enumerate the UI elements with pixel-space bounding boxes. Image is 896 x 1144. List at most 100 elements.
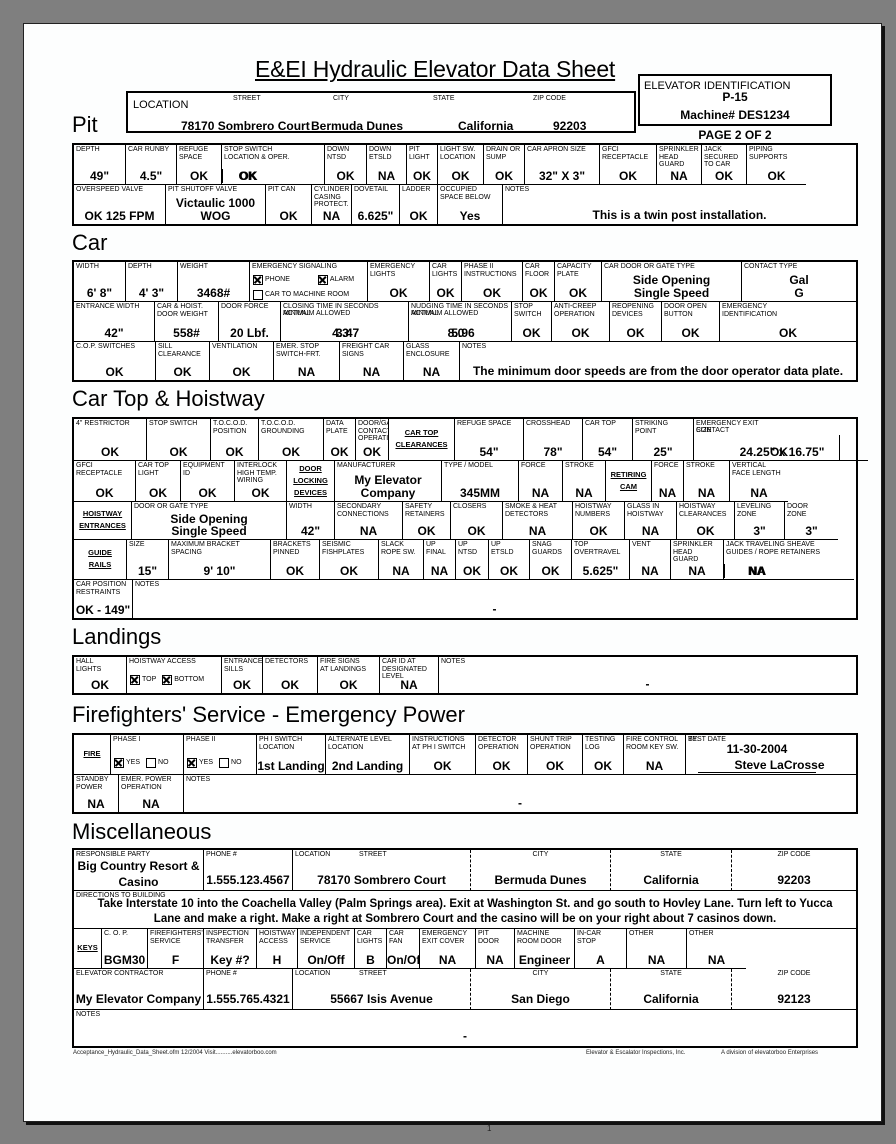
landings-r1-6[interactable]: NOTES - [439,657,856,693]
car-r2-5[interactable]: STOP SWITCH OK [512,302,552,342]
keys-8[interactable]: EMERGENCY EXIT COVER NA [420,929,476,969]
car-r2-0[interactable]: ENTRANCE WIDTH 42" [74,302,155,342]
cartop-r3-8[interactable]: GLASS IN HOISTWAY NA [625,502,677,540]
pit-r2-7[interactable]: NOTES This is a twin post installation. [503,185,856,224]
keys-3[interactable]: INSPECTION TRANSFER Key #? [204,929,257,969]
cartop-r4-13[interactable]: JACK TRAVELING SHEAVE GUIDES / ROPE RETA… [724,540,854,580]
fire-r1-1[interactable]: PHASE I YES NO [111,735,184,775]
cartop-r2-1[interactable]: CAR TOP LIGHT OK [136,461,181,502]
city-cell[interactable]: CITY San Diego [471,969,611,1010]
pit-r1-1[interactable]: CAR RUNBY 4.5" [126,145,177,185]
pit-r1-3[interactable]: STOP SWITCH LOCATION & OPER. OK OK [222,145,325,185]
cartop-r1-0[interactable]: 4" RESTRICTOR OK [74,419,147,461]
cartop-r4-10[interactable]: TOP OVERTRAVEL 5.625" [572,540,630,580]
fire-r2-1[interactable]: EMER. POWER OPERATION NA [119,775,184,812]
landings-r1-2[interactable]: ENTRANCE SILLS OK [222,657,263,693]
cartop-r2-12[interactable]: VERTICAL FACE LENGTH NA [730,461,788,502]
cartop-r1-11[interactable]: EMERGENCY EXIT SIZE CONTACT 24.25" x 16.75"… [694,419,868,461]
cartop-r1-3[interactable]: T.O.C.O.D. GROUNDING OK [259,419,324,461]
fire-r1-2[interactable]: PHASE II YES NO [184,735,257,775]
cartop-r5-0[interactable]: CAR POSITION RESTRAINTS OK - 149" [74,580,133,618]
cartop-r4-12[interactable]: SPRINKLER HEAD GUARD NA [671,540,724,580]
pit-r1-2[interactable]: REFUGE SPACE OK [177,145,222,185]
pit-r2-2[interactable]: PIT CAN OK [266,185,312,224]
keys-6[interactable]: CAR LIGHTS B [355,929,387,969]
fire-r2-0[interactable]: STANDBY POWER NA [74,775,119,812]
cartop-r3-4[interactable]: SAFETY RETAINERS OK [403,502,451,540]
fire-r1-9[interactable]: FIRE CONTROL ROOM KEY SW. NA [624,735,686,775]
cartop-r4-8[interactable]: UP ETSLD OK [489,540,530,580]
car-r2-8[interactable]: DOOR OPEN BUTTON OK [662,302,720,342]
cartop-r3-1[interactable]: DOOR OR GATE TYPE Side Opening Single Spee… [132,502,287,540]
cartop-r3-0[interactable]: HOISTWAY ENTRANCES [74,502,132,540]
fire-r1-8[interactable]: TESTING LOG OK [583,735,624,775]
car-r1-3[interactable]: EMERGENCY SIGNALING PHONE ALARM CAR TO MACH… [250,262,368,302]
car-r2-9[interactable]: EMERGENCY IDENTIFICATION OK [720,302,856,342]
keys-10[interactable]: MACHINE ROOM DOOR Engineer [515,929,575,969]
cartop-r4-5[interactable]: SLACK ROPE SW. NA [379,540,424,580]
state-cell[interactable]: STATE California [611,850,732,891]
pit-r1-7[interactable]: LIGHT SW. LOCATION OK [438,145,484,185]
cartop-r1-7[interactable]: REFUGE SPACE 54" [455,419,524,461]
party-cell[interactable]: ELEVATOR CONTRACTOR My Elevator Company [74,969,204,1010]
car-r1-0[interactable]: WIDTH 6' 8" [74,262,126,302]
cartop-r2-6[interactable]: TYPE / MODEL 345MM [442,461,519,502]
car-r3-5[interactable]: GLASS ENCLOSURE NA [404,342,460,380]
cartop-r2-5[interactable]: MANUFACTURER My Elevator Company [335,461,442,502]
landings-r1-3[interactable]: DETECTORS OK [263,657,318,693]
keys-11[interactable]: IN-CAR STOP A [575,929,627,969]
cartop-r2-8[interactable]: STROKE NA [563,461,606,502]
car-r1-9[interactable]: CAR DOOR OR GATE TYPE Side Opening Single … [602,262,742,302]
cartop-r2-11[interactable]: STROKE NA [684,461,730,502]
landings-r1-5[interactable]: CAR ID AT DESIGNATED LEVEL NA [380,657,439,693]
cartop-r1-1[interactable]: STOP SWITCH OK [147,419,211,461]
pit-r1-13[interactable]: PIPING SUPPORTS OK [747,145,806,185]
cartop-r4-0[interactable]: GUIDE RAILS [74,540,127,580]
phone-checkbox[interactable] [253,274,263,285]
fire-r1-7[interactable]: SHUNT TRIP OPERATION OK [528,735,583,775]
car-r3-1[interactable]: SILL CLEARANCE OK [156,342,210,380]
cartop-r2-3[interactable]: INTERLOCK HIGH TEMP. WIRING OK [235,461,287,502]
pit-r1-12[interactable]: JACK SECURED TO CAR OK [702,145,747,185]
street-cell[interactable]: LOCATION STREET 78170 Sombrero Court [293,850,471,891]
cartop-r2-10[interactable]: FORCE NA [652,461,684,502]
alarm-checkbox[interactable] [317,274,328,285]
pit-r1-11[interactable]: SPRINKLER HEAD GUARD NA [657,145,702,185]
cartop-r3-5[interactable]: CLOSERS OK [451,502,503,540]
pit-r2-4[interactable]: DOVETAIL 6.625" [352,185,400,224]
cartop-r5-1[interactable]: NOTES - [133,580,856,618]
car-r1-4[interactable]: EMERGENCY LIGHTS OK [368,262,430,302]
keys-9[interactable]: PIT DOOR NA [476,929,515,969]
cartop-r3-2[interactable]: WIDTH 42" [287,502,335,540]
pit-r1-0[interactable]: DEPTH 49" [74,145,126,185]
car-r3-0[interactable]: C.O.P. SWITCHES OK [74,342,156,380]
keys-12[interactable]: OTHER NA [627,929,687,969]
keys-0[interactable]: KEYS [74,929,102,969]
directions-cell[interactable]: DIRECTIONS TO BUILDING Take Interstate 10… [74,891,856,929]
cartop-r4-9[interactable]: SNAG GUARDS OK [530,540,572,580]
car-r2-3[interactable]: CLOSING TIME IN SECONDS MINIMUM ALLOWED AC… [281,302,409,342]
cartop-r2-2[interactable]: EQUIPMENT ID OK [181,461,235,502]
fire-r1-4[interactable]: ALTERNATE LEVEL LOCATION 2nd Landing [326,735,410,775]
car-r3-2[interactable]: VENTILATION OK [210,342,274,380]
landings-r1-0[interactable]: HALL LIGHTS OK [74,657,127,693]
party-cell[interactable]: RESPONSIBLE PARTY Big Country Resort & Cas… [74,850,204,891]
phase2-no-checkbox[interactable] [219,757,230,768]
car-r2-4[interactable]: NUDGING TIME IN SECONDS MINIMUM ALLOWED AC… [409,302,512,342]
cartop-r1-4[interactable]: DATA PLATE OK [324,419,356,461]
car-r1-7[interactable]: CAR FLOOR OK [523,262,555,302]
pit-r1-6[interactable]: PIT LIGHT OK [407,145,438,185]
pit-r2-6[interactable]: OCCUPIED SPACE BELOW Yes [438,185,503,224]
fire-r1-10[interactable]: TEST DATE 11-30-2004 BY: Steve LaCrosse [686,735,857,775]
phone-cell[interactable]: PHONE # 1.555.123.4567 [204,850,293,891]
cartop-r1-9[interactable]: CAR TOP 54" [583,419,633,461]
cartop-r2-9[interactable]: RETIRING CAM [606,461,652,502]
keys-13[interactable]: OTHER NA [687,929,746,969]
pit-r2-0[interactable]: OVERSPEED VALVE OK 125 FPM [74,185,166,224]
cartop-r3-9[interactable]: HOISTWAY CLEARANCES OK [677,502,735,540]
keys-7[interactable]: CAR FAN On/Off [387,929,420,969]
fire-r1-3[interactable]: PH I SWITCH LOCATION 1st Landing [257,735,326,775]
landings-r1-1[interactable]: HOISTWAY ACCESS TOP BOTTOM [127,657,222,693]
car-to-machine-room-checkbox[interactable] [253,289,263,300]
fire-r1-5[interactable]: INSTRUCTIONS AT PH I SWITCH OK [410,735,476,775]
